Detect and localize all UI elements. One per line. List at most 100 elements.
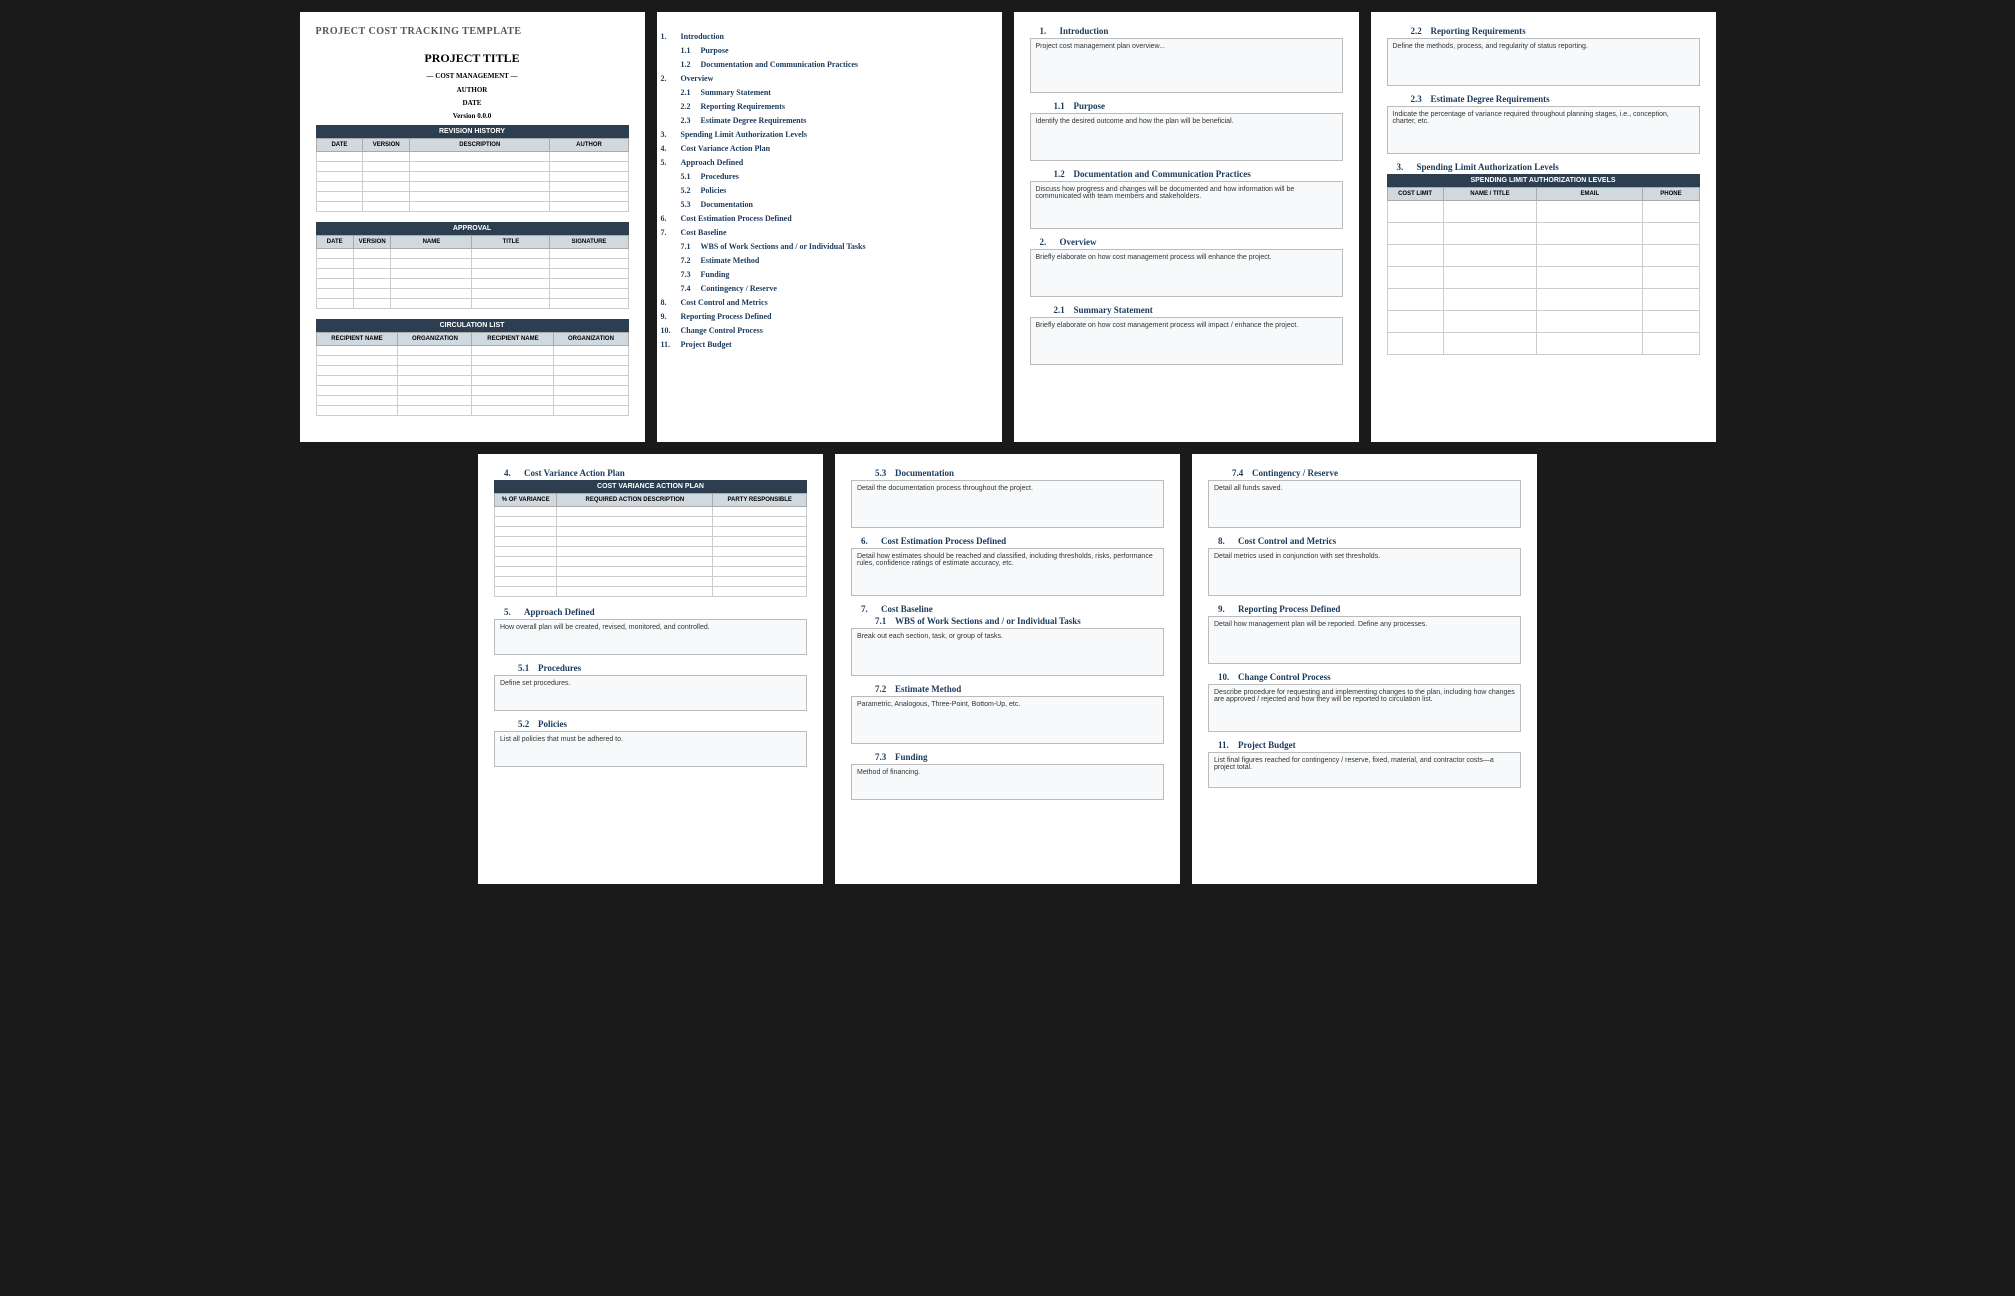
toc-item: 5.3Documentation: [681, 200, 986, 209]
table-row: [316, 152, 628, 162]
col-header: ORGANIZATION: [554, 333, 628, 346]
page-1: PROJECT COST TRACKING TEMPLATE PROJECT T…: [300, 12, 645, 442]
table-row: [316, 366, 628, 376]
toc-item: 2.1Summary Statement: [681, 88, 986, 97]
col-header: ORGANIZATION: [398, 333, 472, 346]
section-heading: 5.1Procedures: [494, 663, 807, 673]
section-box: Define set procedures.: [494, 675, 807, 711]
col-header: VERSION: [353, 236, 390, 249]
col-header: COST LIMIT: [1387, 188, 1443, 201]
table-row: [316, 249, 628, 259]
col-header: TITLE: [472, 236, 550, 249]
cover-date: DATE: [316, 99, 629, 107]
table-row: [316, 289, 628, 299]
section-heading: 2.Overview: [1030, 237, 1343, 247]
toc-item: 11.Project Budget: [661, 340, 986, 349]
toc-item: 2.3Estimate Degree Requirements: [681, 116, 986, 125]
toc-item: 1.1Purpose: [681, 46, 986, 55]
page-2-toc: 1.Introduction1.1Purpose1.2Documentation…: [657, 12, 1002, 442]
page-5: 4.Cost Variance Action Plan COST VARIANC…: [478, 454, 823, 884]
table-row: [316, 396, 628, 406]
table-row: [316, 182, 628, 192]
cover-block: PROJECT TITLE — COST MANAGEMENT — AUTHOR…: [316, 51, 629, 120]
toc-item: 1.2Documentation and Communication Pract…: [681, 60, 986, 69]
section-box: List final figures reached for contingen…: [1208, 752, 1521, 788]
section-heading: 3.Spending Limit Authorization Levels: [1387, 162, 1700, 172]
toc-item: 7.4Contingency / Reserve: [681, 284, 986, 293]
section-box: Identify the desired outcome and how the…: [1030, 113, 1343, 161]
col-header: PARTY RESPONSIBLE: [713, 494, 807, 507]
section-box: Detail how management plan will be repor…: [1208, 616, 1521, 664]
section-box: Describe procedure for requesting and im…: [1208, 684, 1521, 732]
cover-author: AUTHOR: [316, 86, 629, 94]
table-row: [495, 587, 807, 597]
section-heading: 5.2Policies: [494, 719, 807, 729]
table-row: [495, 527, 807, 537]
section-box: Define the methods, process, and regular…: [1387, 38, 1700, 86]
toc-item: 9.Reporting Process Defined: [661, 312, 986, 321]
section-heading: 2.1Summary Statement: [1030, 305, 1343, 315]
section-heading: 7.4Contingency / Reserve: [1208, 468, 1521, 478]
toc-item: 7.Cost Baseline: [661, 228, 986, 237]
toc-item: 7.3Funding: [681, 270, 986, 279]
section-heading: 7.2Estimate Method: [851, 684, 1164, 694]
table-caption: APPROVAL: [316, 222, 629, 235]
col-header: RECIPIENT NAME: [472, 333, 554, 346]
table-row: [1387, 201, 1699, 223]
table-row: [1387, 223, 1699, 245]
page-3: 1.Introduction Project cost management p…: [1014, 12, 1359, 442]
section-box: Detail metrics used in conjunction with …: [1208, 548, 1521, 596]
section-box: Detail all funds saved.: [1208, 480, 1521, 528]
spending-table: SPENDING LIMIT AUTHORIZATION LEVELS COST…: [1387, 174, 1700, 355]
section-heading: 1.1Purpose: [1030, 101, 1343, 111]
table-row: [316, 172, 628, 182]
section-box: Break out each section, task, or group o…: [851, 628, 1164, 676]
toc-item: 10.Change Control Process: [661, 326, 986, 335]
page-7: 7.4Contingency / Reserve Detail all fund…: [1192, 454, 1537, 884]
section-heading: 11.Project Budget: [1208, 740, 1521, 750]
section-box: Briefly elaborate on how cost management…: [1030, 249, 1343, 297]
table-caption: REVISION HISTORY: [316, 125, 629, 138]
col-header: NAME: [391, 236, 472, 249]
col-header: DATE: [316, 236, 353, 249]
table-caption: CIRCULATION LIST: [316, 319, 629, 332]
section-box: List all policies that must be adhered t…: [494, 731, 807, 767]
col-header: RECIPIENT NAME: [316, 333, 398, 346]
cover-subtitle: — COST MANAGEMENT —: [316, 72, 629, 80]
table-row: [495, 557, 807, 567]
toc-item: 7.1WBS of Work Sections and / or Individ…: [681, 242, 986, 251]
section-heading: 4.Cost Variance Action Plan: [494, 468, 807, 478]
section-box: Detail how estimates should be reached a…: [851, 548, 1164, 596]
section-heading: 7.Cost Baseline: [851, 604, 1164, 614]
section-heading: 5.Approach Defined: [494, 607, 807, 617]
table-row: [495, 517, 807, 527]
toc-item: 2.2Reporting Requirements: [681, 102, 986, 111]
table-row: [316, 346, 628, 356]
table-row: [316, 406, 628, 416]
table-row: [316, 376, 628, 386]
table-row: [316, 356, 628, 366]
section-heading: 6.Cost Estimation Process Defined: [851, 536, 1164, 546]
toc-item: 8.Cost Control and Metrics: [661, 298, 986, 307]
table-caption: SPENDING LIMIT AUTHORIZATION LEVELS: [1387, 174, 1700, 187]
revision-history-table: REVISION HISTORY DATE VERSION DESCRIPTIO…: [316, 125, 629, 212]
section-box: Method of financing.: [851, 764, 1164, 800]
approval-table: APPROVAL DATE VERSION NAME TITLE SIGNATU…: [316, 222, 629, 309]
table-row: [316, 192, 628, 202]
document-preview: PROJECT COST TRACKING TEMPLATE PROJECT T…: [12, 12, 2003, 884]
table-row: [495, 537, 807, 547]
section-heading: 7.3Funding: [851, 752, 1164, 762]
toc-item: 5.1Procedures: [681, 172, 986, 181]
section-heading: 2.3Estimate Degree Requirements: [1387, 94, 1700, 104]
section-box: Indicate the percentage of variance requ…: [1387, 106, 1700, 154]
section-heading: 10.Change Control Process: [1208, 672, 1521, 682]
project-title: PROJECT TITLE: [316, 51, 629, 66]
table-row: [495, 567, 807, 577]
toc-item: 6.Cost Estimation Process Defined: [661, 214, 986, 223]
col-header: SIGNATURE: [550, 236, 628, 249]
section-box: Parametric, Analogous, Three-Point, Bott…: [851, 696, 1164, 744]
section-heading: 9.Reporting Process Defined: [1208, 604, 1521, 614]
table-row: [316, 259, 628, 269]
table-row: [316, 299, 628, 309]
col-header: PHONE: [1643, 188, 1699, 201]
